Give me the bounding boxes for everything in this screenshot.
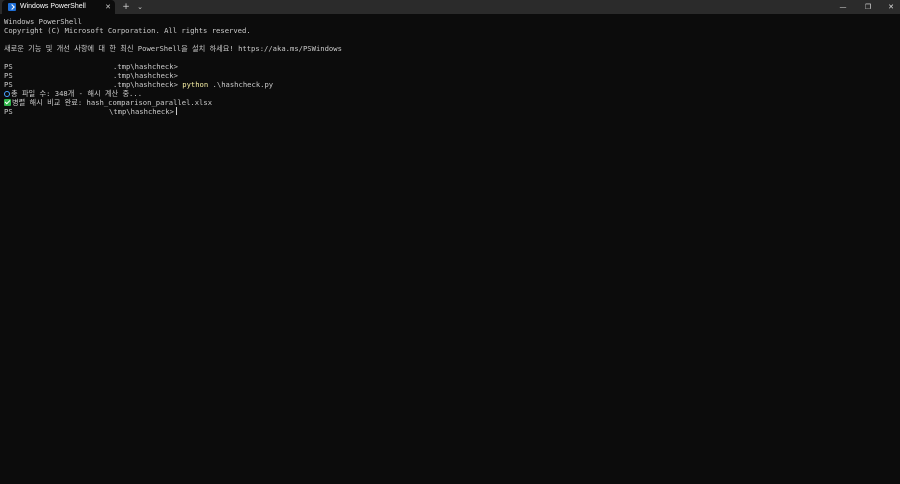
prompt-path: \tmp\hashcheck> xyxy=(109,107,174,116)
prompt-line: PS .tmp\hashcheck> xyxy=(4,71,896,80)
banner-title: Windows PowerShell xyxy=(4,17,82,26)
prompt-ps: PS xyxy=(4,107,13,116)
output-line: 총 파일 수: 348개 - 해시 계산 중... xyxy=(4,89,896,98)
prompt-line: PS .tmp\hashcheck> xyxy=(4,62,896,71)
command-keyword: python xyxy=(182,80,209,89)
terminal-output[interactable]: Windows PowerShell Copyright (C) Microso… xyxy=(4,17,896,116)
output-complete: 병렬 해시 비교 완료: hash_comparison_parallel.xl… xyxy=(12,98,213,107)
check-mark-icon xyxy=(4,99,11,106)
tab-title: Windows PowerShell xyxy=(20,3,86,10)
text-cursor xyxy=(175,107,177,115)
prompt-path: .tmp\hashcheck> xyxy=(113,62,178,71)
close-tab-icon[interactable]: ✕ xyxy=(103,0,113,14)
prompt-ps: PS xyxy=(4,80,13,89)
chevron-down-icon[interactable]: ⌄ xyxy=(135,0,145,14)
output-line: 병렬 해시 비교 완료: hash_comparison_parallel.xl… xyxy=(4,98,896,107)
close-window-button[interactable]: ✕ xyxy=(878,0,900,14)
prompt-path: .tmp\hashcheck> xyxy=(113,80,178,89)
prompt-path: .tmp\hashcheck> xyxy=(113,71,178,80)
new-tab-button[interactable]: + xyxy=(121,0,131,14)
output-file-count: 총 파일 수: 348개 - 해시 계산 중... xyxy=(11,89,143,98)
prompt-line: PS \tmp\hashcheck> xyxy=(4,107,896,116)
copyright-line: Copyright (C) Microsoft Corporation. All… xyxy=(4,26,251,35)
command-argument: .\hashcheck.py xyxy=(208,80,274,89)
powershell-icon xyxy=(8,3,16,11)
powershell-window: Windows PowerShell ✕ + ⌄ — ❐ ✕ Windows P… xyxy=(0,0,900,484)
minimize-button[interactable]: — xyxy=(830,0,856,14)
prompt-ps: PS xyxy=(4,71,13,80)
title-bar[interactable]: Windows PowerShell ✕ + ⌄ — ❐ ✕ xyxy=(0,0,900,14)
command-line: PS .tmp\hashcheck> python .\hashcheck.py xyxy=(4,80,896,89)
prompt-ps: PS xyxy=(4,62,13,71)
tab-windows-powershell[interactable]: Windows PowerShell ✕ xyxy=(2,0,115,14)
update-notice-line: 새로운 기능 및 개선 사항에 대 한 최신 PowerShell을 설치 하세… xyxy=(4,44,342,53)
magnifier-icon xyxy=(4,91,10,97)
